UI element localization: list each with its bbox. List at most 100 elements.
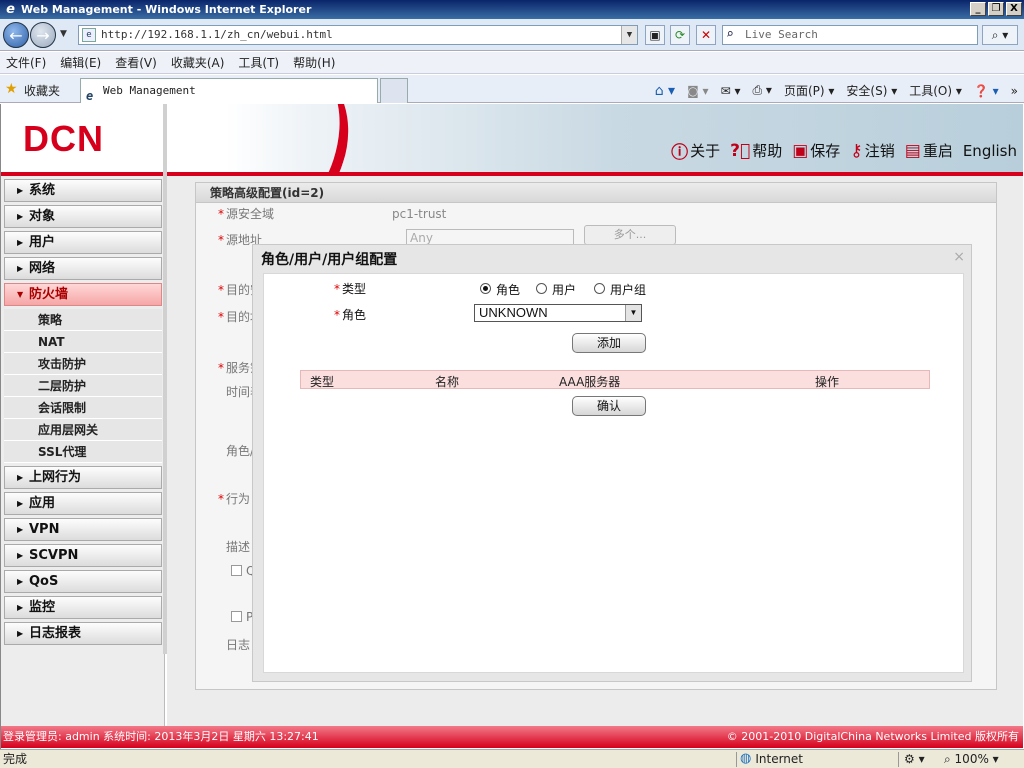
save-link[interactable]: ▣ 保存 [792,138,840,163]
address-toolbar: ← → ▼ e http://192.168.1.1/zh_cn/webui.h… [0,19,1024,51]
forward-button[interactable]: → [30,22,56,48]
sidebar-subitem-attack-defense[interactable]: 攻击防护 [4,353,162,375]
sidebar-item-firewall[interactable]: ▼ 防火墙 [4,283,162,306]
sidebar-item-system[interactable]: ▶ 系统 [4,179,162,202]
sidebar-item-network[interactable]: ▶ 网络 [4,257,162,280]
expand-arrow-icon: ▶ [17,551,24,560]
more-commands-icon[interactable]: » [1011,84,1018,98]
search-input[interactable]: ⌕ Live Search [722,25,978,45]
reboot-link[interactable]: ▤ 重启 [905,138,953,163]
protected-mode-icon[interactable]: ⚙ ▾ [904,750,925,768]
type-label: * 类型 [334,282,367,296]
help-icon[interactable]: ❓ ▾ [974,84,999,98]
search-placeholder: Live Search [745,28,818,41]
url-text: http://192.168.1.1/zh_cn/webui.html [101,28,333,41]
logout-link[interactable]: ⚷ 注销 [850,138,894,163]
src-zone-label: * 源安全域 [218,207,275,221]
favorites-star-icon[interactable]: ★ [5,81,18,97]
security-zone[interactable]: ◍ Internet [740,750,803,768]
menu-favorites[interactable]: 收藏夹(A) [171,54,225,71]
url-input[interactable]: e http://192.168.1.1/zh_cn/webui.html ▼ [78,25,638,45]
menu-tools[interactable]: 工具(T) [238,54,279,71]
safety-menu[interactable]: 安全(S) ▾ [846,82,897,99]
description-label: 描述 [226,540,251,554]
help-link[interactable]: ?⃝ 帮助 [730,138,782,163]
sidebar-item-users[interactable]: ▶ 用户 [4,231,162,254]
col-operation: 操作 [815,375,840,389]
sidebar-subitem-nat[interactable]: NAT [4,331,162,353]
type-radio-role[interactable] [480,283,491,294]
maximize-button[interactable]: ❐ [988,2,1004,16]
favorites-button[interactable]: 收藏夹 [24,82,60,99]
english-link[interactable]: English [963,138,1017,163]
compatibility-button[interactable]: ▣ [645,25,665,45]
dialog-close-icon[interactable]: × [953,249,965,265]
zoom-control[interactable]: ⌕ 100% ▾ [944,750,999,768]
back-button[interactable]: ← [3,22,29,48]
sidebar-subitem-l2-defense[interactable]: 二层防护 [4,375,162,397]
globe-icon: ◍ [740,751,752,766]
reboot-icon: ▤ [904,140,921,161]
favorites-bar: ★ 收藏夹 e Web Management ⌂ ▾ ◙ ▾ ✉ ▾ ⎙ ▾ 页… [0,75,1024,103]
close-window-button[interactable]: X [1006,2,1022,16]
tab-web-management[interactable]: e Web Management [80,78,378,103]
sidebar-item-qos[interactable]: ▶ QoS [4,570,162,593]
expand-arrow-icon: ▶ [17,499,24,508]
type-radio-user[interactable] [536,283,547,294]
expand-arrow-icon: ▶ [17,212,24,221]
menu-help[interactable]: 帮助(H) [293,54,335,71]
confirm-button[interactable]: 确认 [572,396,646,416]
window-controls: _ ❐ X [970,2,1022,16]
sidebar-item-objects[interactable]: ▶ 对象 [4,205,162,228]
add-button[interactable]: 添加 [572,333,646,353]
profile-checkbox[interactable] [231,611,242,622]
menu-edit[interactable]: 编辑(E) [60,54,101,71]
url-dropdown-icon[interactable]: ▼ [621,26,637,44]
sidebar-subitem-ssl-proxy[interactable]: SSL代理 [4,441,162,463]
stop-button[interactable]: ✕ [696,25,716,45]
role-label: * 角色 [334,308,367,322]
info-icon: ⓘ [671,143,689,163]
page-menu[interactable]: 页面(P) ▾ [784,82,834,99]
expand-arrow-icon: ▶ [17,525,24,534]
history-dropdown-icon[interactable]: ▼ [60,29,67,39]
chevron-down-icon: ▼ [625,305,641,321]
sidebar-item-log-report[interactable]: ▶ 日志报表 [4,622,162,645]
member-table-header: 类型 名称 AAA服务器 操作 [300,370,930,389]
dialog-body: * 类型 角色 用户 用户组 * 角色 UNKNOWN ▼ 添加 类型 名称 AAA… [263,273,964,673]
print-icon[interactable]: ⎙ ▾ [752,83,771,98]
search-button[interactable]: ⌕ ▾ [982,25,1018,45]
sidebar-item-vpn[interactable]: ▶ VPN [4,518,162,541]
home-icon[interactable]: ⌂ ▾ [655,83,675,99]
stop-icon: ✕ [700,28,712,42]
new-tab-button[interactable] [380,78,408,103]
type-radio-usergroup[interactable] [594,283,605,294]
feeds-icon[interactable]: ◙ ▾ [687,84,708,98]
role-select[interactable]: UNKNOWN ▼ [474,304,642,322]
role-user-dialog: 角色/用户/用户组配置 × * 类型 角色 用户 用户组 * 角色 UNKNOWN … [252,244,972,682]
mail-icon[interactable]: ✉ ▾ [721,84,741,98]
page-footer: 登录管理员: admin 系统时间: 2013年3月2日 星期六 13:27:4… [1,726,1023,748]
expand-arrow-icon: ▶ [17,264,24,273]
sidebar-item-internet-behavior[interactable]: ▶ 上网行为 [4,466,162,489]
about-link[interactable]: ⓘ 关于 [671,138,720,163]
multi-button[interactable]: 多个... [584,225,676,245]
sidebar-item-scvpn[interactable]: ▶ SCVPN [4,544,162,567]
expand-arrow-icon: ▶ [17,186,24,195]
refresh-icon: ⟳ [674,28,686,42]
qos-checkbox[interactable] [231,565,242,576]
minimize-button[interactable]: _ [970,2,986,16]
save-icon: ▣ [792,140,809,161]
refresh-button[interactable]: ⟳ [670,25,690,45]
menu-file[interactable]: 文件(F) [6,54,46,71]
header-swoosh [204,104,368,172]
sidebar-subitem-session-limit[interactable]: 会话限制 [4,397,162,419]
sidebar-item-monitor[interactable]: ▶ 监控 [4,596,162,619]
tools-menu[interactable]: 工具(O) ▾ [909,82,962,99]
menu-view[interactable]: 查看(V) [115,54,157,71]
sidebar-item-application[interactable]: ▶ 应用 [4,492,162,515]
login-info: 登录管理员: admin 系统时间: 2013年3月2日 星期六 13:27:4… [3,730,319,743]
search-provider-icon: ⌕ [726,27,734,42]
sidebar-subitem-policy[interactable]: 策略 [4,309,162,331]
sidebar-subitem-alg[interactable]: 应用层网关 [4,419,162,441]
